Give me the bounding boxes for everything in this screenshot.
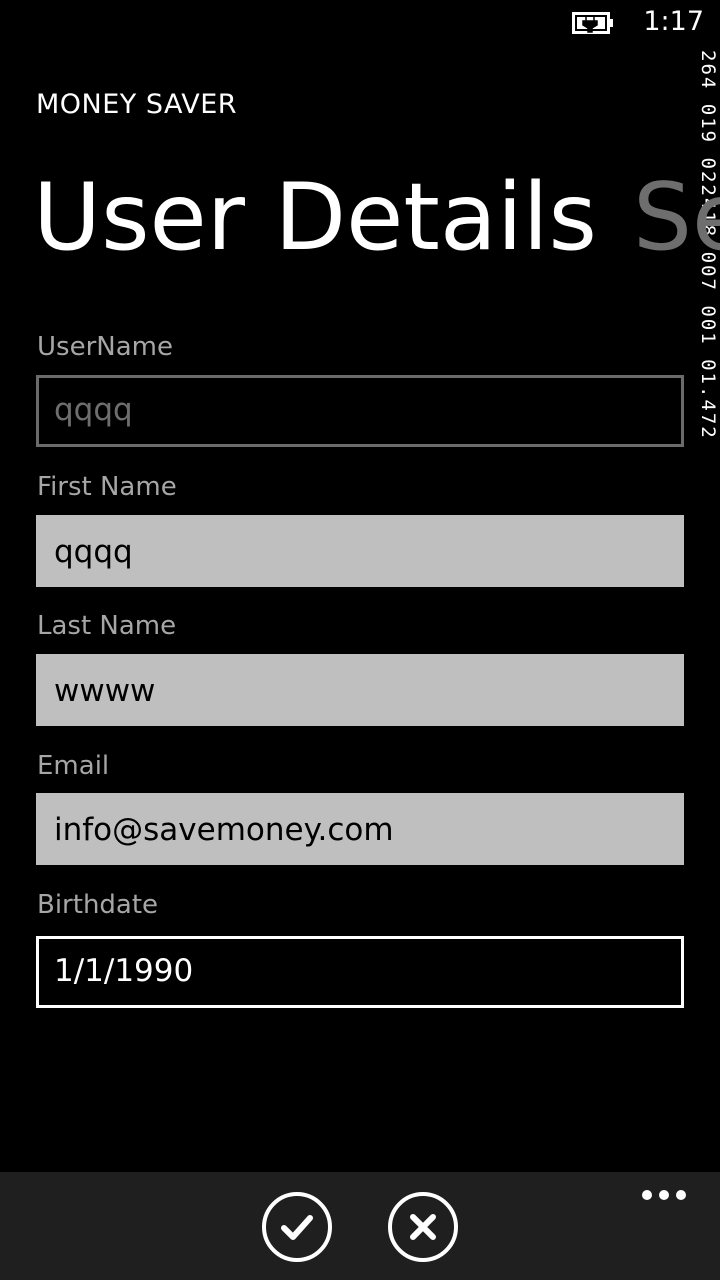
first-name-field[interactable]: qqqq	[36, 515, 684, 587]
username-field[interactable]: qqqq	[36, 375, 684, 447]
email-label: Email	[37, 751, 110, 781]
username-label: UserName	[37, 332, 173, 362]
last-name-field[interactable]: wwww	[36, 654, 684, 726]
battery-charging-icon	[572, 12, 613, 34]
status-bar: 1:17	[0, 0, 720, 44]
pivot-header: User Details Se	[33, 162, 720, 272]
birthdate-label: Birthdate	[37, 890, 159, 920]
pivot-item-next[interactable]: Se	[633, 163, 720, 271]
more-icon[interactable]	[642, 1188, 686, 1202]
birthdate-field[interactable]: 1/1/1990	[36, 936, 684, 1008]
app-title: MONEY SAVER	[36, 89, 238, 120]
close-icon	[410, 1214, 436, 1240]
cancel-button[interactable]	[388, 1192, 458, 1262]
application-bar	[0, 1172, 720, 1280]
first-name-label: First Name	[37, 472, 177, 502]
last-name-label: Last Name	[37, 611, 177, 641]
status-time: 1:17	[643, 6, 704, 37]
check-icon	[281, 1215, 313, 1240]
frame-rate-counter: 264 019 022418 007 001 01.472	[697, 50, 719, 655]
pivot-item-user-details[interactable]: User Details	[33, 163, 597, 271]
email-field[interactable]: info@savemoney.com	[36, 793, 684, 865]
save-button[interactable]	[262, 1192, 332, 1262]
